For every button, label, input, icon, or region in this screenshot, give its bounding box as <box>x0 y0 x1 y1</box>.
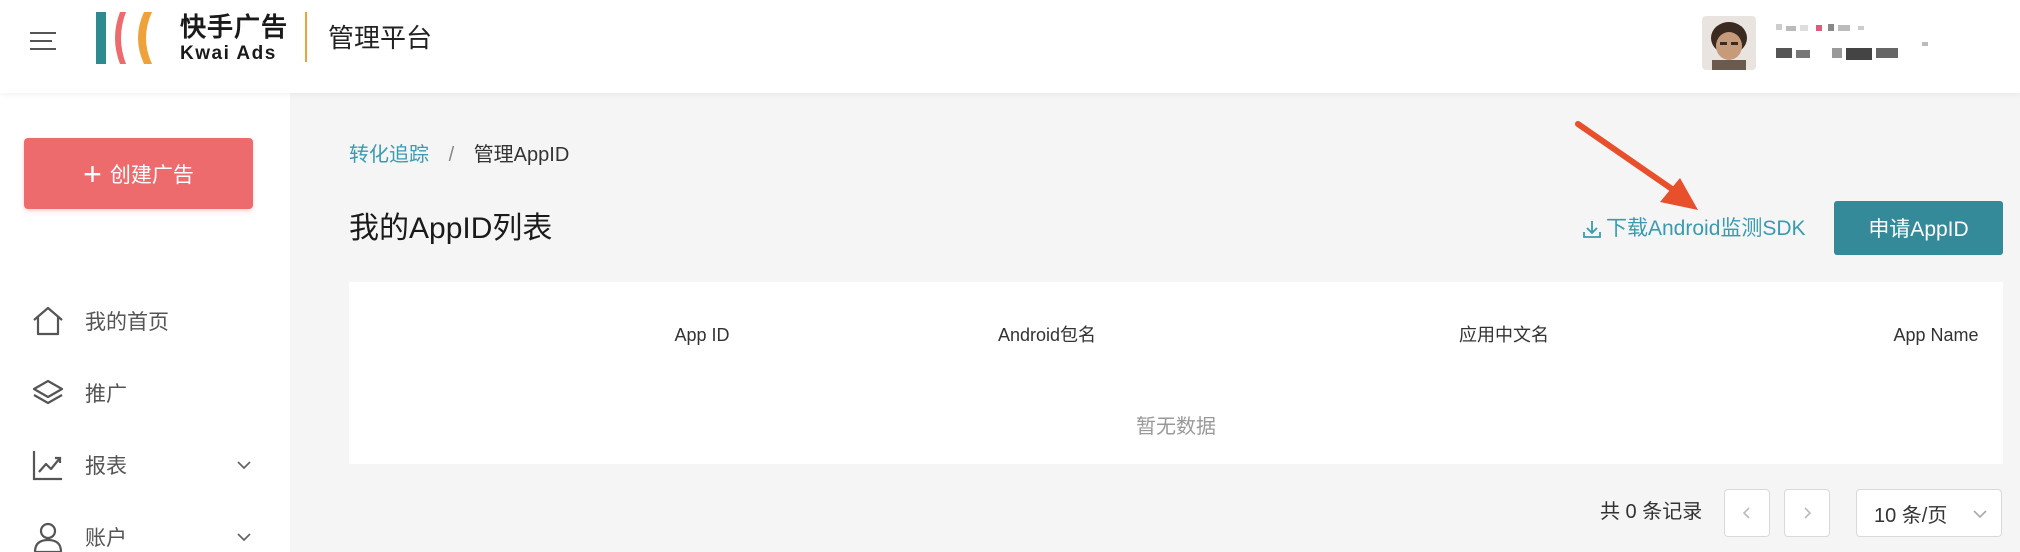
page-size-select[interactable]: 10 条/页 <box>1856 489 2002 537</box>
create-ad-button[interactable]: + 创建广告 <box>24 138 253 209</box>
column-header-android-package: Android包名 <box>997 325 1097 345</box>
annotation-arrow-icon <box>1575 121 1698 210</box>
sidebar-item-home[interactable]: 我的首页 <box>0 291 290 351</box>
chevron-down-icon <box>1973 510 1987 519</box>
breadcrumb-conversion-tracking[interactable]: 转化追踪 <box>349 144 429 166</box>
column-header-app-cn-name: 应用中文名 <box>1459 325 1549 345</box>
plus-icon: + <box>83 155 102 192</box>
sidebar: + 创建广告 我的首页 推广 报表 账户 <box>0 93 290 552</box>
chevron-down-icon <box>237 461 251 470</box>
appid-table: App ID Android包名 应用中文名 App Name 暂无数据 <box>349 282 2003 464</box>
brand-name: 快手广告 Kwai Ads <box>180 12 288 66</box>
kwai-logo-icon[interactable] <box>94 10 164 66</box>
breadcrumb: 转化追踪 / 管理AppID <box>349 140 569 170</box>
brand-name-en: Kwai Ads <box>180 43 277 64</box>
header-divider <box>305 12 307 62</box>
pagination-next-button[interactable] <box>1784 489 1830 537</box>
download-sdk-link[interactable]: 下载Android监测SDK <box>1582 214 1806 244</box>
sidebar-item-promotion[interactable]: 推广 <box>0 363 290 423</box>
sidebar-item-reports[interactable]: 报表 <box>0 435 290 495</box>
sidebar-item-label: 报表 <box>85 455 127 478</box>
apply-appid-button[interactable]: 申请AppID <box>1834 201 2003 255</box>
layers-icon <box>32 379 64 405</box>
page-size-value: 10 条/页 <box>1874 504 1948 527</box>
sidebar-item-label: 账户 <box>85 527 127 550</box>
avatar <box>1702 16 1756 70</box>
pagination-total: 共 0 条记录 <box>1600 501 1703 523</box>
chart-icon <box>32 451 62 481</box>
user-info-redacted <box>1776 20 1986 73</box>
chevron-right-icon <box>1804 507 1812 519</box>
chevron-down-icon <box>237 533 251 542</box>
pagination-prev-button[interactable] <box>1724 489 1770 537</box>
table-empty-state: 暂无数据 <box>1136 416 1216 438</box>
column-header-app-name: App Name <box>1893 325 1979 345</box>
sidebar-item-account[interactable]: 账户 <box>0 507 290 552</box>
menu-toggle-icon[interactable] <box>27 25 59 57</box>
column-header-app-id: App ID <box>674 325 730 345</box>
breadcrumb-separator: / <box>448 144 455 166</box>
home-icon <box>33 306 63 336</box>
platform-title: 管理平台 <box>328 23 433 53</box>
user-icon <box>33 522 63 552</box>
sidebar-item-label: 我的首页 <box>85 311 169 334</box>
download-icon <box>1583 221 1601 238</box>
brand-name-cn: 快手广告 <box>180 12 289 42</box>
chevron-left-icon <box>1742 507 1750 519</box>
sidebar-item-label: 推广 <box>85 383 127 406</box>
page-title: 我的AppID列表 <box>349 212 553 245</box>
download-sdk-label: 下载Android监测SDK <box>1606 217 1806 240</box>
user-menu[interactable] <box>1700 12 2000 72</box>
create-ad-label: 创建广告 <box>109 163 194 187</box>
top-header: 快手广告 Kwai Ads 管理平台 <box>0 0 2020 93</box>
breadcrumb-current: 管理AppID <box>473 144 570 166</box>
